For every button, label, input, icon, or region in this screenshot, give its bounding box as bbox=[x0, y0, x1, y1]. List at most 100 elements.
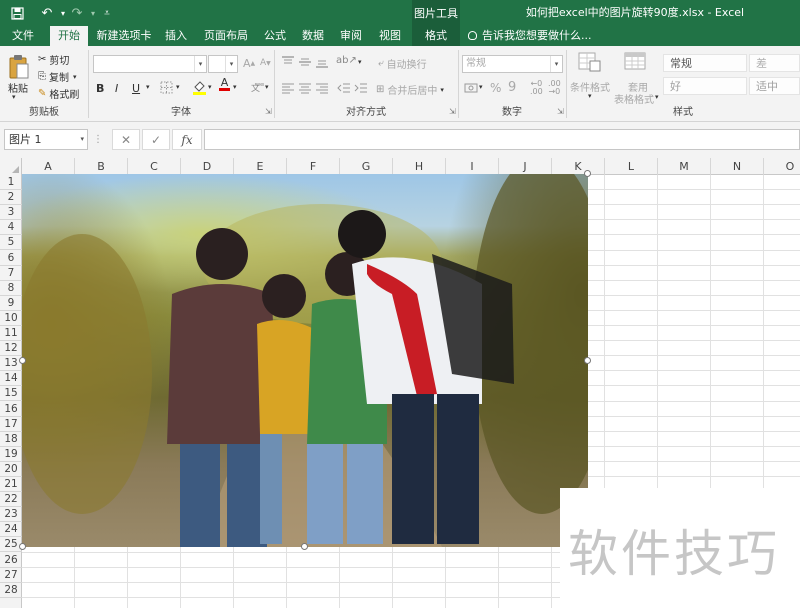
name-box[interactable]: 图片 1 ▾ bbox=[4, 129, 88, 150]
align-left-icon[interactable] bbox=[281, 82, 295, 94]
tell-me-search[interactable]: 告诉我您想要做什么... bbox=[468, 26, 592, 46]
orientation-icon[interactable]: ab↗ bbox=[336, 55, 357, 66]
merge-center-button[interactable]: ⊞ 合并后居中 ▾ bbox=[376, 82, 444, 97]
style-bad[interactable]: 差 bbox=[749, 54, 800, 72]
insert-function-button[interactable]: fx bbox=[172, 129, 202, 150]
row-header[interactable]: 9 bbox=[0, 296, 22, 311]
column-header[interactable]: G bbox=[340, 158, 393, 175]
row-header[interactable]: 4 bbox=[0, 220, 22, 236]
conditional-format-icon[interactable] bbox=[578, 52, 602, 72]
percent-button[interactable]: % bbox=[490, 81, 501, 95]
grow-font-icon[interactable]: A ▲ bbox=[243, 57, 255, 70]
row-header[interactable]: 8 bbox=[0, 281, 22, 296]
align-center-icon[interactable] bbox=[298, 82, 312, 94]
row-header[interactable]: 14 bbox=[0, 371, 22, 387]
tab-page-layout[interactable]: 页面布局 bbox=[198, 26, 254, 46]
cut-button[interactable]: ✂ 剪切 bbox=[38, 52, 69, 67]
row-header[interactable]: 21 bbox=[0, 477, 22, 492]
shrink-font-icon[interactable]: A ▼ bbox=[260, 58, 271, 68]
row-header[interactable]: 26 bbox=[0, 553, 22, 568]
decrease-indent-icon[interactable] bbox=[337, 82, 351, 94]
row-header[interactable]: 19 bbox=[0, 447, 22, 462]
font-color-dropdown-icon[interactable]: ▾ bbox=[233, 83, 237, 91]
phonetic-dropdown-icon[interactable]: ▾ bbox=[265, 83, 269, 91]
customize-toolbar-icon[interactable]: ⩡ bbox=[98, 4, 116, 22]
bold-button[interactable]: B bbox=[96, 82, 104, 95]
tab-insert[interactable]: 插入 bbox=[158, 26, 194, 46]
tab-view[interactable]: 视图 bbox=[372, 26, 408, 46]
row-header[interactable]: 27 bbox=[0, 568, 22, 583]
paste-icon[interactable] bbox=[6, 52, 32, 82]
font-color-icon[interactable]: A bbox=[219, 77, 230, 91]
paste-button[interactable]: 粘贴 bbox=[8, 80, 28, 95]
copy-dropdown-icon[interactable]: ▾ bbox=[73, 73, 77, 81]
column-header[interactable]: H bbox=[393, 158, 446, 175]
select-all-button[interactable] bbox=[0, 158, 22, 175]
merge-dropdown-icon[interactable]: ▾ bbox=[440, 86, 444, 94]
row-header[interactable]: 3 bbox=[0, 205, 22, 221]
column-header[interactable]: L bbox=[605, 158, 658, 175]
save-icon[interactable] bbox=[8, 4, 26, 22]
row-header[interactable]: 16 bbox=[0, 402, 22, 417]
style-neutral[interactable]: 适中 bbox=[749, 77, 800, 95]
comma-button[interactable]: 9 bbox=[508, 80, 516, 95]
column-header[interactable]: A bbox=[22, 158, 75, 175]
underline-button[interactable]: U bbox=[132, 82, 140, 95]
align-bottom-icon[interactable] bbox=[315, 56, 329, 68]
row-header[interactable]: 22 bbox=[0, 492, 22, 508]
format-painter-button[interactable]: ✎ 格式刷 bbox=[38, 86, 79, 101]
column-header[interactable]: E bbox=[234, 158, 287, 175]
align-right-icon[interactable] bbox=[315, 82, 329, 94]
enter-icon[interactable]: ✓ bbox=[142, 129, 170, 150]
fill-color-icon[interactable] bbox=[192, 79, 207, 95]
inserted-picture[interactable] bbox=[22, 174, 588, 547]
row-header[interactable]: 17 bbox=[0, 417, 22, 432]
number-dialog-launcher-icon[interactable]: ⇲ bbox=[557, 107, 564, 116]
paste-dropdown-icon[interactable]: ▾ bbox=[12, 93, 16, 101]
copy-button[interactable]: ⎘ 复制 ▾ bbox=[38, 69, 77, 84]
increase-decimal-icon[interactable]: ←0.00 bbox=[530, 80, 543, 96]
currency-icon[interactable] bbox=[464, 81, 478, 94]
underline-dropdown-icon[interactable]: ▾ bbox=[146, 83, 150, 91]
row-header[interactable]: 7 bbox=[0, 266, 22, 281]
resize-handle-bottom[interactable] bbox=[301, 543, 308, 550]
borders-icon[interactable] bbox=[160, 81, 173, 94]
row-header[interactable]: 23 bbox=[0, 507, 22, 523]
row-header[interactable]: 2 bbox=[0, 190, 22, 206]
increase-indent-icon[interactable] bbox=[354, 82, 368, 94]
more-options-icon[interactable]: ⋮ bbox=[92, 129, 104, 150]
resize-handle-top-right[interactable] bbox=[584, 170, 591, 177]
cancel-icon[interactable]: ✕ bbox=[112, 129, 140, 150]
currency-dropdown-icon[interactable]: ▾ bbox=[479, 83, 483, 91]
number-format-combo[interactable]: 常规 ▾ bbox=[462, 55, 563, 73]
style-good[interactable]: 好 bbox=[663, 77, 747, 95]
resize-handle-left[interactable] bbox=[19, 357, 26, 364]
tab-new[interactable]: 新建选项卡 bbox=[92, 26, 156, 46]
tab-data[interactable]: 数据 bbox=[296, 26, 330, 46]
row-header[interactable]: 5 bbox=[0, 235, 22, 251]
tab-home[interactable]: 开始 bbox=[50, 26, 88, 46]
column-header[interactable]: O bbox=[764, 158, 800, 175]
font-name-combo[interactable]: ▾ bbox=[93, 55, 207, 73]
alignment-dialog-launcher-icon[interactable]: ⇲ bbox=[449, 107, 456, 116]
column-header[interactable]: B bbox=[75, 158, 128, 175]
format-as-table-icon[interactable] bbox=[624, 52, 648, 72]
tab-review[interactable]: 审阅 bbox=[334, 26, 368, 46]
formula-input[interactable] bbox=[204, 129, 800, 150]
column-header[interactable]: C bbox=[128, 158, 181, 175]
format-as-table-line2[interactable]: 表格格式 bbox=[614, 91, 654, 106]
row-header[interactable]: 1 bbox=[0, 175, 22, 190]
conditional-format-dropdown-icon[interactable]: ▾ bbox=[588, 92, 592, 100]
orientation-dropdown-icon[interactable]: ▾ bbox=[358, 58, 362, 66]
column-header[interactable]: I bbox=[446, 158, 499, 175]
row-header[interactable]: 20 bbox=[0, 462, 22, 477]
column-header[interactable]: J bbox=[499, 158, 552, 175]
column-header[interactable]: M bbox=[658, 158, 711, 175]
row-header[interactable]: 15 bbox=[0, 386, 22, 402]
column-header[interactable]: F bbox=[287, 158, 340, 175]
row-header[interactable]: 28 bbox=[0, 583, 22, 598]
row-header[interactable]: 10 bbox=[0, 311, 22, 326]
row-header[interactable]: 6 bbox=[0, 251, 22, 266]
fill-color-dropdown-icon[interactable]: ▾ bbox=[208, 83, 212, 91]
column-header[interactable]: N bbox=[711, 158, 764, 175]
